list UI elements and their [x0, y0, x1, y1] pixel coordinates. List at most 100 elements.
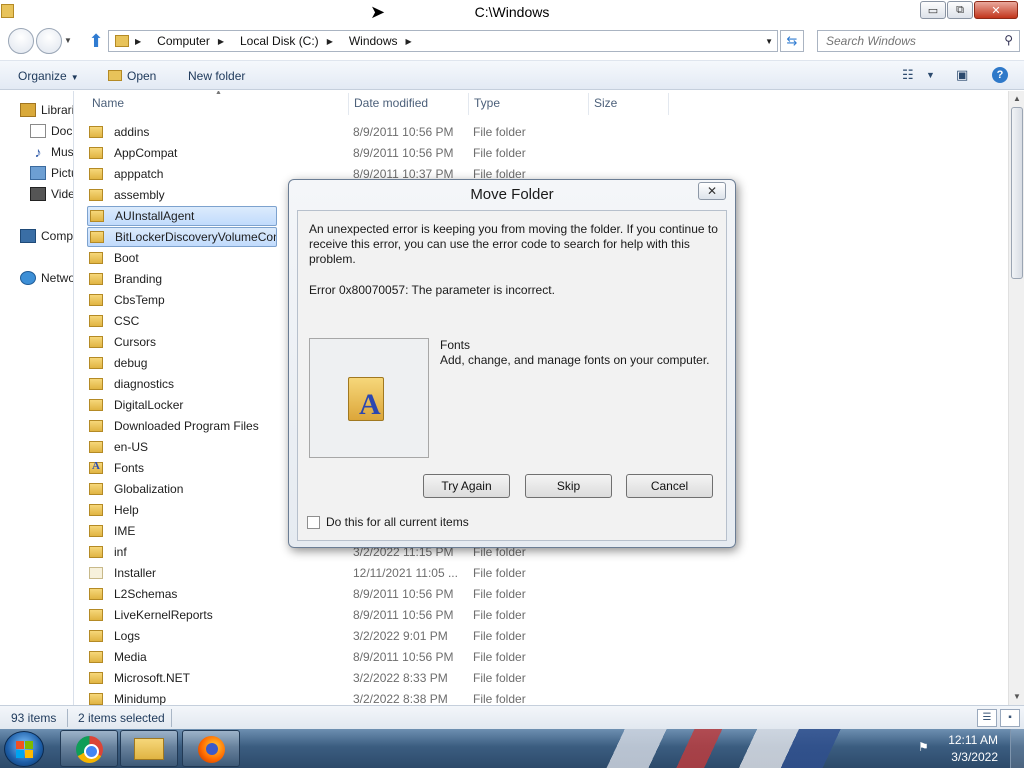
file-name: addins — [114, 125, 150, 139]
column-header-size[interactable]: Size — [594, 96, 617, 110]
nav-item-computer[interactable]: Computer — [20, 229, 73, 243]
file-date: 8/9/2011 10:56 PM — [353, 587, 454, 601]
file-row[interactable]: Media 8/9/2011 10:56 PM File folder — [89, 647, 649, 667]
up-arrow-icon[interactable]: ⬆ — [86, 30, 106, 52]
nav-item-network[interactable]: Network — [20, 271, 73, 285]
column-divider[interactable] — [668, 93, 669, 115]
folder-icon — [89, 378, 103, 390]
breadcrumb-separator[interactable]: ▶ — [218, 37, 232, 46]
change-view-icon[interactable]: ☷ — [902, 67, 914, 83]
file-row[interactable]: Installer 12/11/2021 11:05 ... File folder — [89, 563, 649, 583]
file-date: 3/2/2022 8:38 PM — [353, 692, 448, 705]
item-name: Fonts — [440, 338, 471, 352]
file-row[interactable]: BitLockerDiscoveryVolumeContents — [87, 227, 277, 247]
folder-icon — [89, 504, 103, 516]
forward-button[interactable] — [36, 28, 62, 54]
folder-icon — [89, 147, 103, 159]
search-box[interactable]: ⚲ — [817, 30, 1020, 52]
open-folder-icon — [108, 70, 122, 81]
fonts-folder-icon — [89, 460, 103, 474]
column-divider[interactable] — [468, 93, 469, 115]
back-button[interactable] — [8, 28, 34, 54]
file-row[interactable]: L2Schemas 8/9/2011 10:56 PM File folder — [89, 584, 649, 604]
file-row[interactable]: Minidump 3/2/2022 8:38 PM File folder — [89, 689, 649, 705]
details-view-icon[interactable]: ☰ — [977, 709, 997, 727]
scroll-down-icon[interactable]: ▼ — [1009, 689, 1024, 705]
address-bar[interactable]: ▶ Computer ▶ Local Disk (C:) ▶ Windows ▶… — [108, 30, 778, 52]
breadcrumb-windows[interactable]: Windows — [349, 34, 398, 48]
windows-logo-icon — [16, 741, 33, 758]
file-name: Logs — [114, 629, 141, 643]
file-date: 8/9/2011 10:56 PM — [353, 146, 454, 160]
breadcrumb-separator[interactable]: ▶ — [406, 37, 420, 46]
clock-time[interactable]: 12:11 AM — [948, 733, 998, 747]
taskbar-firefox[interactable] — [182, 730, 240, 767]
folder-icon — [89, 189, 103, 201]
dialog-body: An unexpected error is keeping you from … — [297, 210, 727, 541]
column-header-date[interactable]: Date modified — [354, 96, 428, 110]
clock-date[interactable]: 3/3/2022 — [951, 750, 998, 764]
taskbar-chrome[interactable] — [60, 730, 118, 767]
selection-count: 2 items selected — [78, 711, 165, 725]
file-row[interactable]: AUInstallAgent — [87, 206, 277, 226]
refresh-button[interactable]: ⇆ — [780, 30, 804, 52]
scroll-up-icon[interactable]: ▲ — [1009, 91, 1024, 107]
preview-pane-icon[interactable]: ▣ — [956, 67, 968, 83]
taskbar: ⚑ 12:11 AM 3/3/2022 — [0, 729, 1024, 768]
show-desktop-button[interactable] — [1010, 729, 1024, 768]
close-button[interactable]: ✕ — [974, 1, 1018, 19]
help-icon[interactable]: ? — [992, 67, 1008, 83]
maximize-button[interactable]: ⧉ — [947, 1, 973, 19]
file-row[interactable]: Logs 3/2/2022 9:01 PM File folder — [89, 626, 649, 646]
column-header-name[interactable]: Name — [92, 96, 124, 110]
file-row[interactable]: LiveKernelReports 8/9/2011 10:56 PM File f… — [89, 605, 649, 625]
search-input[interactable] — [818, 31, 988, 51]
breadcrumb-root[interactable]: ▶ — [135, 37, 149, 46]
nav-item-documents[interactable]: Documents — [30, 124, 73, 138]
skip-button[interactable]: Skip — [525, 474, 612, 498]
file-date: 8/9/2011 10:56 PM — [353, 650, 454, 664]
vertical-scrollbar[interactable]: ▲ ▼ — [1008, 91, 1024, 705]
breadcrumb-computer[interactable]: Computer — [157, 34, 210, 48]
folder-icon — [89, 630, 103, 642]
file-row[interactable]: AppCompat 8/9/2011 10:56 PM File folder — [89, 143, 649, 163]
cancel-button[interactable]: Cancel — [626, 474, 713, 498]
nav-item-videos[interactable]: Videos — [30, 187, 73, 201]
apply-to-all-checkbox[interactable]: Do this for all current items — [307, 515, 469, 529]
search-icon[interactable]: ⚲ — [1004, 33, 1013, 47]
folder-icon — [89, 252, 103, 264]
breadcrumb-separator[interactable]: ▶ — [327, 37, 341, 46]
nav-item-pictures[interactable]: Pictures — [30, 166, 73, 180]
fonts-folder-icon: A — [348, 377, 384, 421]
action-center-flag-icon[interactable]: ⚑ — [918, 740, 929, 754]
folder-icon — [89, 294, 103, 306]
try-again-button[interactable]: Try Again — [423, 474, 510, 498]
large-icons-view-icon[interactable]: ▪ — [1000, 709, 1020, 727]
folder-icon — [89, 168, 103, 180]
breadcrumb-local-disk[interactable]: Local Disk (C:) — [240, 34, 319, 48]
scroll-thumb[interactable] — [1011, 107, 1023, 279]
column-header-type[interactable]: Type — [474, 96, 500, 110]
new-folder-button[interactable]: New folder — [188, 69, 245, 83]
folder-icon — [90, 231, 104, 243]
nav-item-music[interactable]: ♪Music — [30, 145, 74, 159]
file-date: 8/9/2011 10:56 PM — [353, 125, 454, 139]
column-divider[interactable] — [348, 93, 349, 115]
column-divider[interactable] — [588, 93, 589, 115]
nav-item-libraries[interactable]: Libraries — [20, 103, 73, 117]
minimize-button[interactable]: ▭ — [920, 1, 946, 19]
file-date: 3/2/2022 8:33 PM — [353, 671, 448, 685]
address-dropdown-icon[interactable]: ▼ — [765, 37, 773, 46]
folder-icon — [90, 210, 104, 222]
file-row[interactable]: addins 8/9/2011 10:56 PM File folder — [89, 122, 649, 142]
open-button[interactable]: Open — [108, 69, 156, 83]
taskbar-explorer[interactable] — [120, 730, 178, 767]
organize-menu[interactable]: Organize ▼ — [18, 69, 79, 83]
file-row[interactable]: Microsoft.NET 3/2/2022 8:33 PM File folder — [89, 668, 649, 688]
history-dropdown-icon[interactable]: ▼ — [64, 36, 72, 45]
dialog-close-button[interactable]: ✕ — [698, 182, 726, 200]
start-button[interactable] — [4, 731, 44, 767]
folder-icon — [89, 399, 103, 411]
checkbox[interactable] — [307, 515, 320, 529]
view-options-dropdown-icon[interactable]: ▼ — [926, 70, 935, 80]
